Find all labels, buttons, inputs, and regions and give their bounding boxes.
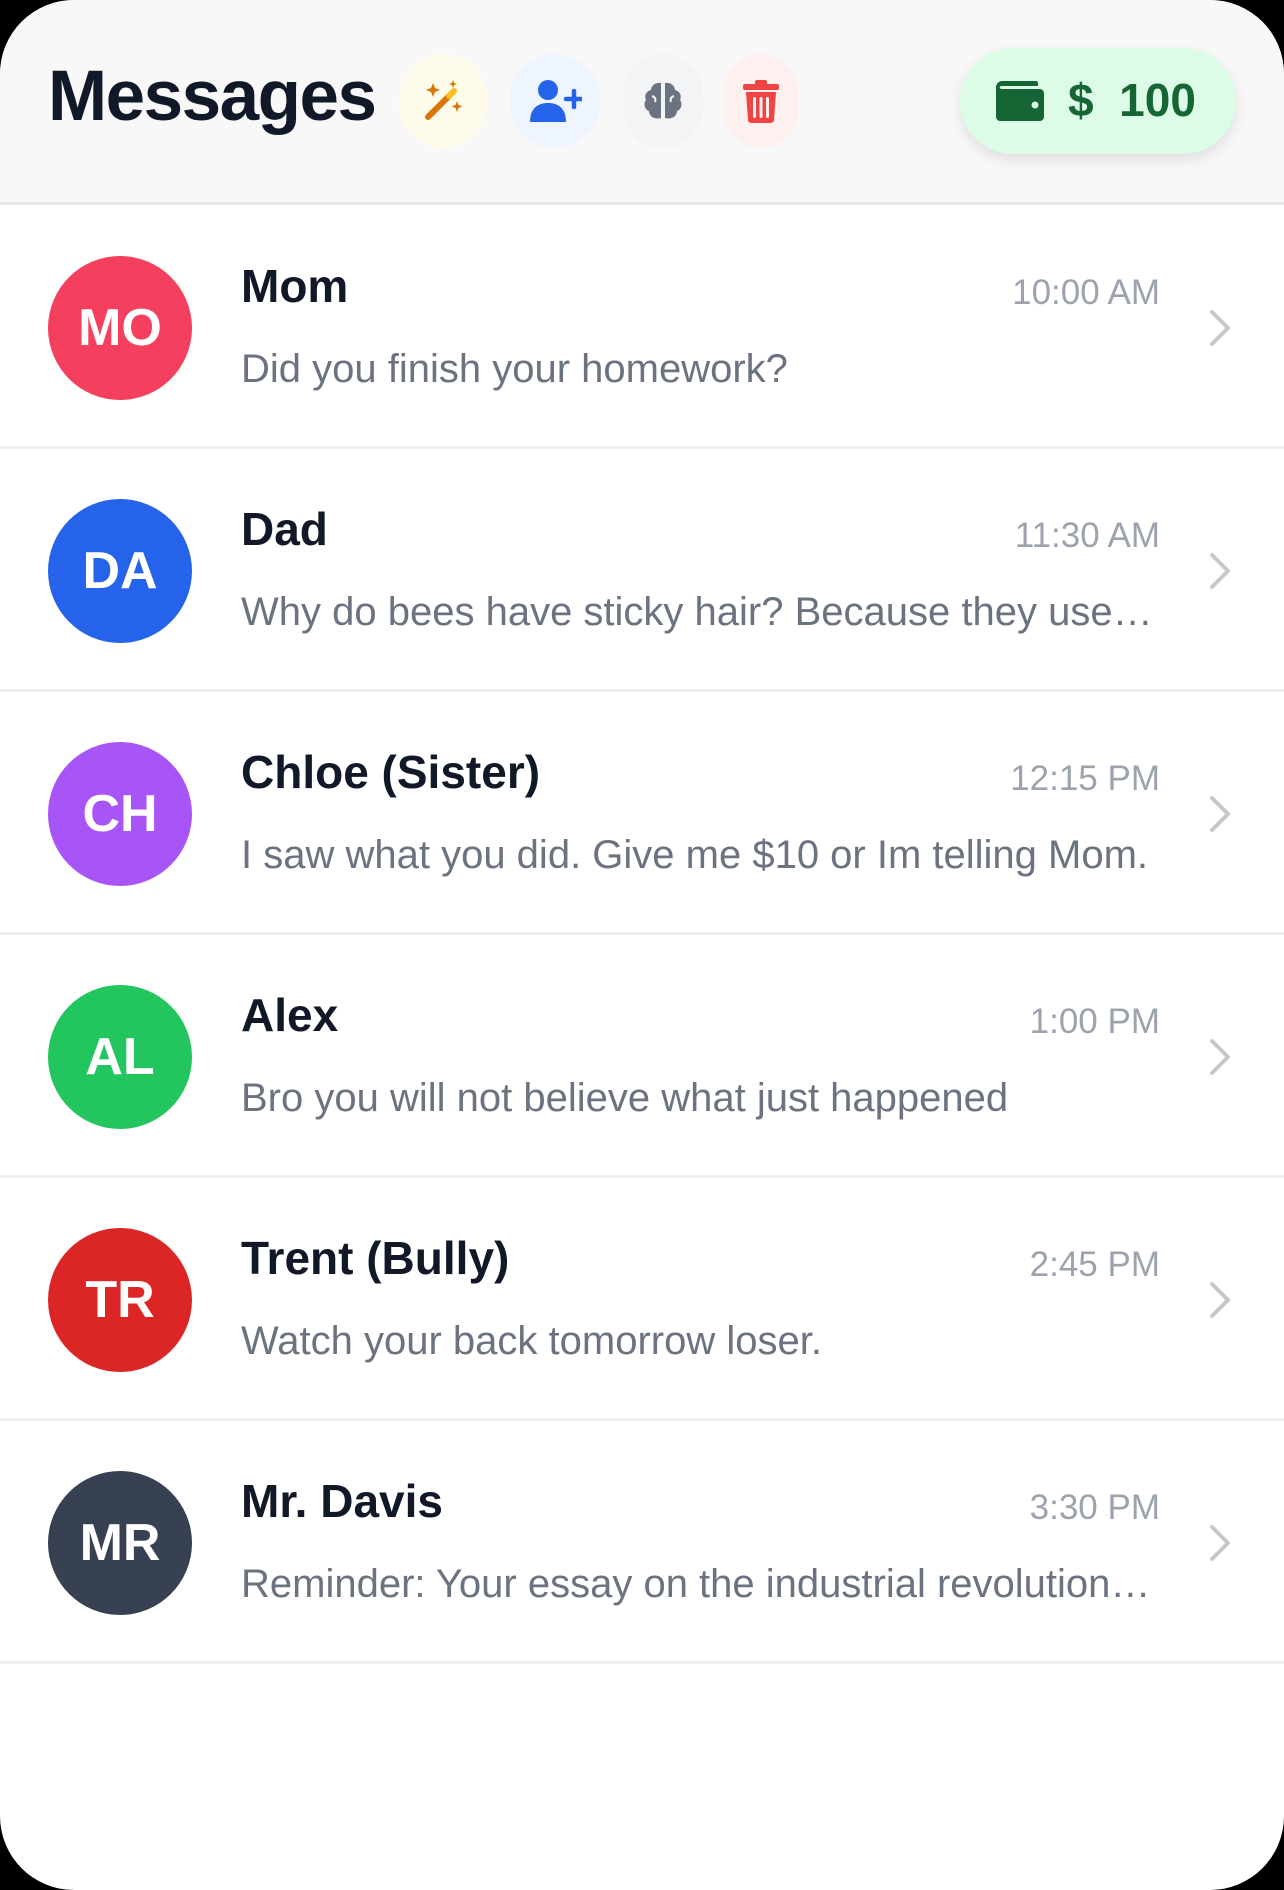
message-preview: Watch your back tomorrow loser. xyxy=(241,1319,822,1363)
wallet-balance[interactable]: $ 100 xyxy=(960,48,1236,154)
page-title: Messages xyxy=(48,57,377,136)
message-preview: Why do bees have sticky hair? Because th… xyxy=(241,590,1161,634)
wallet-icon xyxy=(996,81,1044,121)
add-contact-button[interactable] xyxy=(509,54,600,148)
delete-button[interactable] xyxy=(724,54,798,148)
chevron-right-icon xyxy=(1210,796,1230,832)
phone-screen: Messages $ 100 MO Mom 10:00 AM Did you f… xyxy=(0,0,1284,1890)
message-time: 10:00 AM xyxy=(1012,273,1160,312)
contact-name: Alex xyxy=(241,989,339,1041)
magic-wand-icon xyxy=(425,80,463,120)
chevron-right-icon xyxy=(1210,1282,1230,1318)
conversation-row[interactable]: TR Trent (Bully) 2:45 PM Watch your back… xyxy=(0,1178,1284,1421)
chevron-right-icon xyxy=(1210,310,1230,346)
avatar: TR xyxy=(48,1228,192,1372)
message-time: 11:30 AM xyxy=(1014,516,1160,555)
chevron-right-icon xyxy=(1210,1525,1230,1561)
contact-name: Mom xyxy=(241,260,349,312)
message-time: 3:30 PM xyxy=(1029,1488,1160,1527)
avatar: CH xyxy=(48,742,192,886)
contact-name: Chloe (Sister) xyxy=(241,746,541,798)
avatar: AL xyxy=(48,985,192,1129)
add-user-icon xyxy=(529,80,582,122)
contact-name: Mr. Davis xyxy=(241,1475,443,1527)
header-bar: Messages $ 100 xyxy=(0,0,1284,205)
message-time: 2:45 PM xyxy=(1029,1245,1160,1284)
message-time: 12:15 PM xyxy=(1010,759,1160,798)
message-preview: Did you finish your homework? xyxy=(241,347,788,391)
conversation-row[interactable]: MO Mom 10:00 AM Did you finish your home… xyxy=(0,206,1284,449)
magic-wand-button[interactable] xyxy=(399,54,487,148)
conversation-row[interactable]: AL Alex 1:00 PM Bro you will not believe… xyxy=(0,935,1284,1178)
conversation-row[interactable]: CH Chloe (Sister) 12:15 PM I saw what yo… xyxy=(0,692,1284,935)
message-preview: I saw what you did. Give me $10 or Im te… xyxy=(241,833,1149,877)
wallet-amount: $ 100 xyxy=(1068,74,1196,126)
message-time: 1:00 PM xyxy=(1029,1002,1160,1041)
trash-icon xyxy=(743,80,779,123)
brain-button[interactable] xyxy=(623,54,703,148)
chevron-right-icon xyxy=(1210,1039,1230,1075)
message-preview: Bro you will not believe what just happe… xyxy=(241,1076,1009,1120)
conversation-row[interactable]: DA Dad 11:30 AM Why do bees have sticky … xyxy=(0,449,1284,692)
avatar: DA xyxy=(48,499,192,643)
contact-name: Dad xyxy=(241,503,328,555)
conversation-list: MO Mom 10:00 AM Did you finish your home… xyxy=(0,206,1284,1664)
chevron-right-icon xyxy=(1210,553,1230,589)
avatar: MR xyxy=(48,1471,192,1615)
brain-icon xyxy=(644,82,682,119)
avatar: MO xyxy=(48,256,192,400)
contact-name: Trent (Bully) xyxy=(241,1232,510,1284)
conversation-row[interactable]: MR Mr. Davis 3:30 PM Reminder: Your essa… xyxy=(0,1421,1284,1664)
message-preview: Reminder: Your essay on the industrial r… xyxy=(241,1562,1161,1606)
